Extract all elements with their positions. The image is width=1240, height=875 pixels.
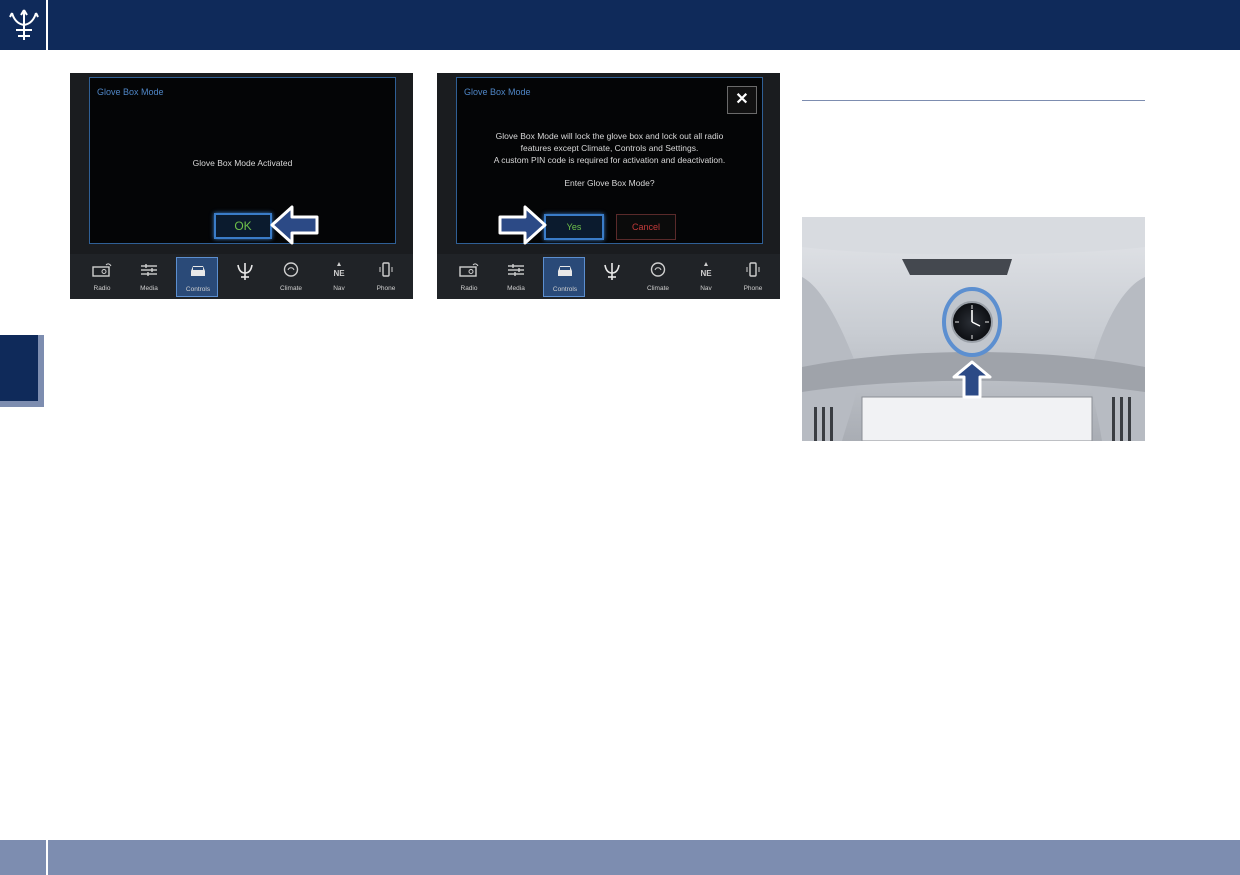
- nav-item-label: Phone: [743, 285, 763, 292]
- nav-item-controls[interactable]: Controls: [176, 257, 218, 297]
- bottom-nav-bar: Radio Media Controls Climate NE Nav Phone: [437, 254, 780, 299]
- nav-item-label: Phone: [376, 285, 396, 292]
- nav-item-climate[interactable]: Climate: [270, 257, 312, 297]
- dialog-message-line: Glove Box Mode will lock the glove box a…: [495, 131, 724, 141]
- nav-item-label: Controls: [552, 286, 578, 293]
- nav-item-media[interactable]: Media: [495, 257, 537, 297]
- glove-box-dialog: Glove Box Mode Glove Box Mode Activated …: [89, 77, 396, 244]
- dialog-title: Glove Box Mode: [97, 87, 164, 97]
- nav-item-nav[interactable]: NE Nav: [318, 257, 360, 297]
- svg-text:NE: NE: [700, 269, 712, 278]
- nav-item-label: Nav: [333, 285, 345, 292]
- chapter-tab: [0, 335, 44, 407]
- nav-item-radio[interactable]: Radio: [448, 257, 490, 297]
- page-number-box: [0, 840, 48, 875]
- dialog-message-line: A custom PIN code is required for activa…: [493, 155, 726, 165]
- close-button[interactable]: ✕: [727, 86, 757, 114]
- cancel-button[interactable]: Cancel: [616, 214, 676, 240]
- nav-item-nav[interactable]: NE Nav: [685, 257, 727, 297]
- trident-icon: [602, 261, 622, 280]
- dashboard-clock-photo: [802, 217, 1145, 441]
- media-icon: [139, 261, 159, 278]
- dialog-question: Enter Glove Box Mode?: [564, 178, 655, 188]
- radio-icon: [92, 261, 112, 278]
- phone-icon: [376, 261, 396, 278]
- compass-icon: NE: [329, 261, 349, 278]
- trident-icon: [235, 261, 255, 280]
- yes-button[interactable]: Yes: [544, 214, 604, 240]
- arrow-left-icon: [270, 205, 319, 245]
- logo-box: [0, 0, 48, 50]
- section-divider: [802, 100, 1145, 101]
- nav-item-phone[interactable]: Phone: [732, 257, 774, 297]
- nav-item-climate[interactable]: Climate: [637, 257, 679, 297]
- arrow-right-icon: [498, 205, 547, 245]
- nav-item-label: Media: [507, 285, 525, 292]
- car-icon: [555, 262, 575, 279]
- compass-icon: NE: [696, 261, 716, 278]
- nav-item-label: Radio: [93, 285, 111, 292]
- page-header: [0, 0, 1240, 50]
- nav-item-label: Controls: [185, 286, 211, 293]
- page-footer: [0, 840, 1240, 875]
- chapter-tab-marker: [0, 335, 38, 401]
- dashboard-illustration: [802, 217, 1145, 441]
- car-icon: [188, 262, 208, 279]
- svg-text:NE: NE: [333, 269, 345, 278]
- dialog-title: Glove Box Mode: [464, 87, 531, 97]
- nav-item-phone[interactable]: Phone: [365, 257, 407, 297]
- ok-button[interactable]: OK: [214, 213, 272, 239]
- media-icon: [506, 261, 526, 278]
- nav-item-label: Climate: [646, 285, 670, 292]
- nav-item-controls[interactable]: Controls: [543, 257, 585, 297]
- phone-icon: [743, 261, 763, 278]
- infotainment-screen-glove-box-activated: Glove Box Mode Glove Box Mode Activated …: [70, 73, 413, 299]
- nav-item-label: Radio: [460, 285, 478, 292]
- dialog-message-line: features except Climate, Controls and Se…: [520, 143, 699, 153]
- nav-item-media[interactable]: Media: [128, 257, 170, 297]
- infotainment-screen-glove-box-prompt: Glove Box Mode ✕ Glove Box Mode will loc…: [437, 73, 780, 299]
- bottom-nav-bar: Radio Media Controls Climate NE Nav Phone: [70, 254, 413, 299]
- nav-item-label: Media: [140, 285, 158, 292]
- nav-item-home[interactable]: [224, 257, 266, 297]
- nav-item-home[interactable]: [591, 257, 633, 297]
- climate-icon: [648, 261, 668, 278]
- trident-logo-icon: [9, 9, 39, 40]
- manual-page: Glove Box Mode Glove Box Mode Activated …: [0, 0, 1240, 875]
- dialog-message: Glove Box Mode Activated: [192, 158, 293, 168]
- nav-item-label: Nav: [700, 285, 712, 292]
- nav-item-label: Climate: [279, 285, 303, 292]
- nav-item-radio[interactable]: Radio: [81, 257, 123, 297]
- radio-icon: [459, 261, 479, 278]
- climate-icon: [281, 261, 301, 278]
